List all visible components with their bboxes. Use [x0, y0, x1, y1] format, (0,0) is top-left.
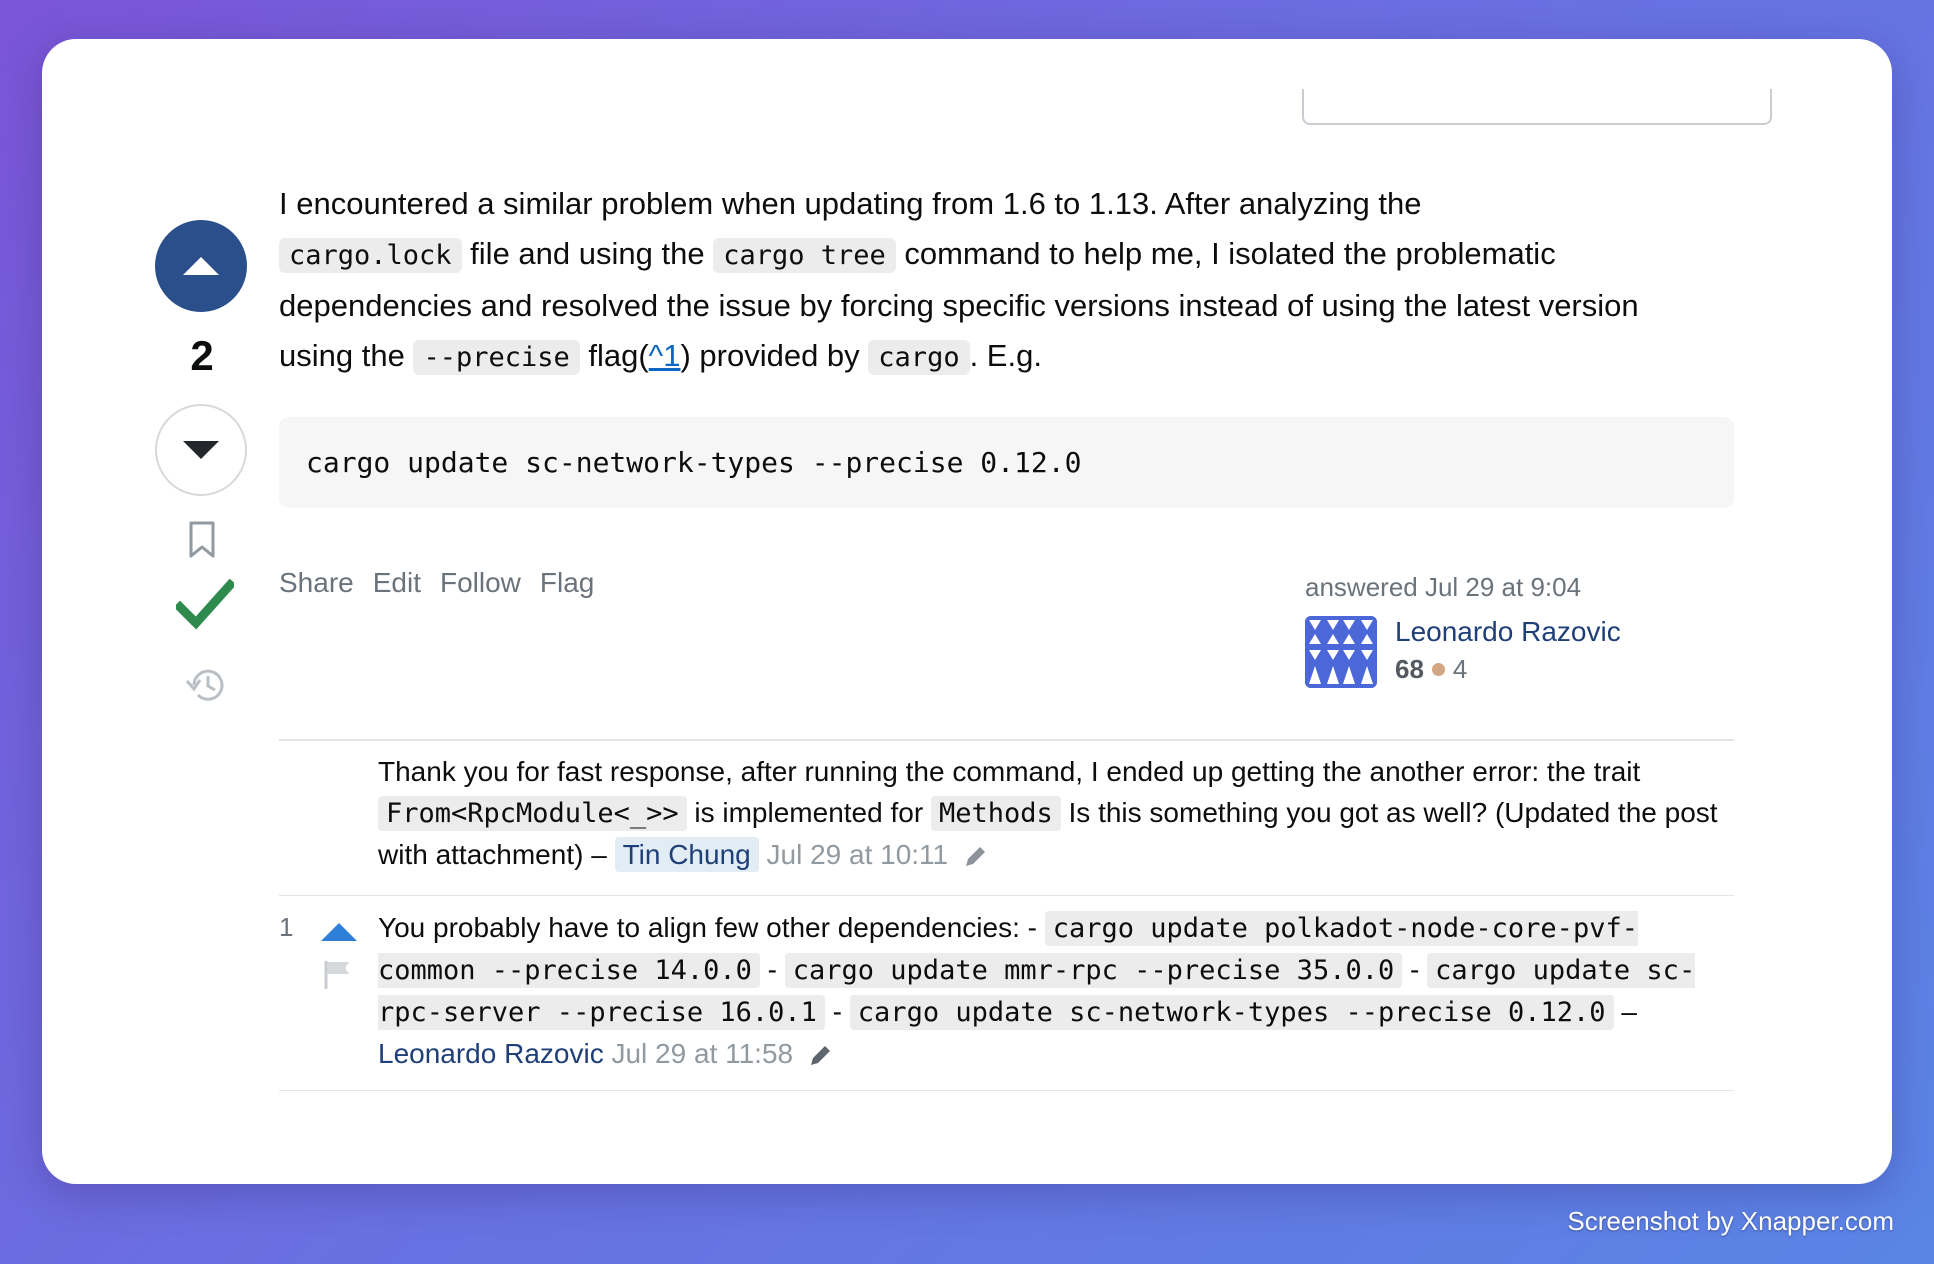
comment-score: 1: [279, 912, 294, 942]
bronze-badge-count: 4: [1452, 654, 1468, 684]
answer-body: I encountered a similar problem when upd…: [279, 179, 1719, 383]
follow-link[interactable]: Follow: [440, 567, 521, 599]
answer-card: 2 I encountered a similar problem when u…: [42, 39, 1892, 1184]
user-signature: answered Jul 29 at 9:04 Leonardo Razovic…: [1305, 572, 1685, 688]
reputation-score: 68: [1395, 654, 1424, 684]
user-reputation: 68 4: [1395, 654, 1467, 685]
top-input-edge: [1302, 89, 1772, 125]
inline-code: cargo update sc-network-types --precise …: [849, 995, 1614, 1030]
comment: Thank you for fast response, after runni…: [279, 751, 1734, 901]
history-icon: [185, 669, 224, 701]
answer-text: . E.g.: [969, 338, 1042, 373]
comment-divider: [279, 1090, 1734, 1091]
inline-code: From<RpcModule<_>>: [378, 796, 687, 831]
inline-code: cargo tree: [713, 238, 896, 273]
avatar[interactable]: [1305, 616, 1377, 688]
answer-text: flag(: [579, 338, 649, 373]
answered-time: answered Jul 29 at 9:04: [1305, 572, 1582, 602]
answer-text: file and using the: [461, 236, 714, 271]
comment-text: Thank you for fast response, after runni…: [378, 751, 1718, 875]
post-menu: Share Edit Follow Flag: [279, 567, 594, 599]
watermark: Screenshot by Xnapper.com: [1567, 1206, 1894, 1236]
accepted-check-icon: [173, 578, 237, 630]
history-button[interactable]: [184, 665, 228, 710]
flag-icon[interactable]: [323, 959, 353, 991]
comment-copy: is implemented for: [686, 797, 931, 828]
accepted-answer: [173, 578, 237, 636]
upvote-button[interactable]: [155, 220, 247, 312]
inline-code: cargo update mmr-rpc --precise 35.0.0: [784, 953, 1403, 988]
inline-code: --precise: [413, 340, 580, 375]
inline-code: cargo: [868, 340, 970, 375]
user-name-link[interactable]: Leonardo Razovic: [1395, 616, 1621, 648]
vote-count: 2: [190, 332, 214, 379]
bronze-badge-icon: [1431, 663, 1445, 676]
comment-text: You probably have to align few other dep…: [378, 907, 1718, 1074]
code-block: cargo update sc-network-types --precise …: [279, 417, 1734, 508]
share-link[interactable]: Share: [279, 567, 354, 599]
flag-link[interactable]: Flag: [540, 567, 594, 599]
upvote-icon: [183, 257, 219, 275]
comments-divider: [279, 739, 1734, 741]
comment-copy: -: [759, 954, 785, 985]
pencil-icon: [810, 1045, 830, 1065]
downvote-button[interactable]: [155, 404, 247, 496]
pencil-icon: [965, 846, 985, 866]
bookmark-icon: [189, 521, 215, 558]
comment-copy: Thank you for fast response, after runni…: [378, 756, 1641, 787]
comment-copy: -: [1402, 954, 1428, 985]
comment-user-link[interactable]: Leonardo Razovic: [378, 1038, 604, 1069]
comment-copy: You probably have to align few other dep…: [378, 912, 1045, 943]
comment-user-link[interactable]: Tin Chung: [614, 837, 759, 872]
comment: 1 You probably have to align few other d…: [279, 907, 1734, 1087]
comment-time[interactable]: Jul 29 at 11:58: [611, 1038, 793, 1069]
answer-text: ) provided by: [680, 338, 869, 373]
comment-divider: [279, 895, 1734, 896]
comment-time[interactable]: Jul 29 at 10:11: [767, 839, 949, 870]
footnote-link[interactable]: ^1: [649, 338, 681, 373]
bookmark-button[interactable]: [188, 521, 216, 564]
identicon-icon: [1305, 616, 1377, 688]
inline-code: cargo.lock: [279, 238, 462, 273]
edit-link[interactable]: Edit: [373, 567, 421, 599]
comment-copy: -: [824, 996, 850, 1027]
comment-upvote-icon[interactable]: [321, 923, 357, 941]
downvote-icon: [183, 441, 219, 459]
answer-text: I encountered a similar problem when upd…: [279, 186, 1422, 221]
inline-code: Methods: [930, 796, 1061, 831]
comment-copy: –: [1613, 996, 1637, 1027]
